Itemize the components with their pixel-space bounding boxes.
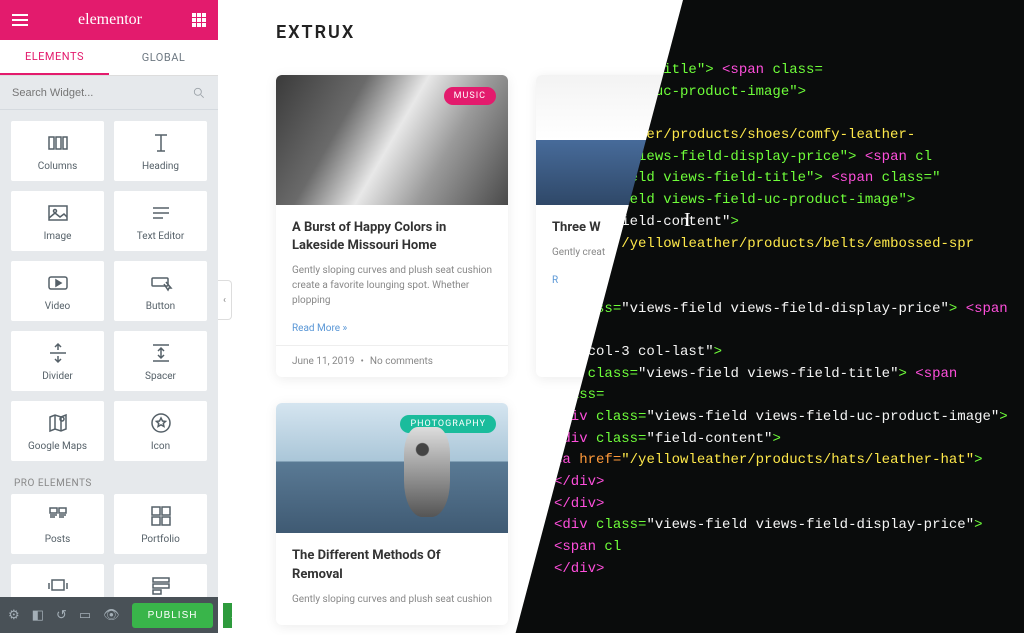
code-line: <div class="views-field views-field-disp… [554, 515, 1014, 558]
widget-icon[interactable]: Icon [113, 400, 208, 462]
category-badge[interactable]: MUSIC [444, 87, 496, 105]
post-card[interactable]: PHOTOGRAPHY The Different Methods Of Rem… [276, 403, 508, 624]
elementor-panel: elementor ELEMENTS GLOBAL Columns Headin… [0, 0, 218, 633]
widget-grid: Columns Heading Image Text Editor Video [0, 110, 218, 597]
card-image: PHOTOGRAPHY [276, 403, 508, 533]
button-icon [149, 271, 173, 295]
panel-footer: ⚙ ◧ ↺ ▭ 👁 PUBLISH ▲ [0, 597, 218, 633]
code-line: div class="views-field views-field-title… [554, 364, 1014, 407]
card-excerpt: Gently sloping curves and plush seat cus… [292, 263, 492, 308]
card-excerpt: Gently sloping curves and plush seat cus… [292, 592, 492, 607]
slides-icon [46, 574, 70, 598]
text-cursor-icon: I [684, 205, 691, 236]
code-line: </div> [554, 559, 1014, 581]
widget-image[interactable]: Image [10, 190, 105, 252]
code-line: </div> [554, 494, 1014, 516]
columns-icon [46, 131, 70, 155]
widget-google-maps[interactable]: Google Maps [10, 400, 105, 462]
widget-label: Spacer [145, 371, 176, 382]
card-body: The Different Methods Of Removal Gently … [276, 533, 508, 624]
widget-label: Video [45, 301, 70, 312]
widget-slides[interactable]: Slides [10, 563, 105, 597]
widget-label: Icon [151, 441, 170, 452]
widget-divider[interactable]: Divider [10, 330, 105, 392]
widget-text-editor[interactable]: Text Editor [113, 190, 208, 252]
widget-posts[interactable]: Posts [10, 493, 105, 555]
code-line: </div> [554, 472, 1014, 494]
brand-logo: elementor [78, 11, 142, 29]
post-card[interactable]: MUSIC A Burst of Happy Colors in Lakesid… [276, 75, 508, 377]
settings-icon[interactable]: ⚙ [8, 608, 20, 623]
hamburger-icon[interactable] [12, 14, 28, 26]
widget-label: Text Editor [137, 231, 184, 242]
widget-columns[interactable]: Columns [10, 120, 105, 182]
widget-button[interactable]: Button [113, 260, 208, 322]
code-line: <div class="field-content"> [554, 429, 1014, 451]
preview-icon[interactable]: 👁 [103, 608, 120, 623]
history-icon[interactable]: ↺ [56, 608, 67, 623]
code-line: a href="/yellowleather/products/belts/em… [554, 234, 1014, 256]
code-line: <div class="views-field views-field-uc-p… [554, 407, 1014, 429]
code-line: <a href="/yellowleather/products/hats/le… [554, 450, 1014, 472]
form-icon [149, 574, 173, 598]
panel-header: elementor [0, 0, 218, 40]
site-title: EXTRUX [276, 22, 355, 43]
heading-icon [149, 131, 173, 155]
widget-label: Google Maps [28, 441, 87, 452]
widget-video[interactable]: Video [10, 260, 105, 322]
widget-label: Divider [42, 371, 73, 382]
read-more-link[interactable]: R [552, 275, 558, 286]
pro-section-title: PRO ELEMENTS [10, 470, 208, 493]
text-editor-icon [149, 201, 173, 225]
tab-global[interactable]: GLOBAL [109, 40, 218, 75]
navigator-icon[interactable]: ◧ [32, 608, 44, 623]
posts-icon [46, 504, 70, 528]
search-bar [0, 76, 218, 110]
category-badge[interactable]: PHOTOGRAPHY [400, 415, 496, 433]
responsive-icon[interactable]: ▭ [79, 608, 91, 623]
apps-grid-icon[interactable] [192, 13, 206, 27]
widget-spacer[interactable]: Spacer [113, 330, 208, 392]
card-date: June 11, 2019 [292, 356, 355, 367]
card-title: The Different Methods Of Removal [292, 547, 492, 583]
collapse-handle-icon[interactable]: ‹ [218, 280, 232, 320]
video-icon [46, 271, 70, 295]
widget-label: Portfolio [141, 534, 180, 545]
spacer-icon [149, 341, 173, 365]
image-icon [46, 201, 70, 225]
card-meta: June 11, 2019•No comments [276, 345, 508, 377]
widget-label: Heading [142, 161, 179, 172]
code-line: /div> [554, 277, 1014, 299]
portfolio-icon [149, 504, 173, 528]
card-title: A Burst of Happy Colors in Lakeside Miss… [292, 219, 492, 255]
publish-button[interactable]: PUBLISH [132, 603, 214, 628]
widget-heading[interactable]: Heading [113, 120, 208, 182]
map-icon [46, 411, 70, 435]
star-icon [149, 411, 173, 435]
search-icon [192, 86, 206, 100]
card-body: A Burst of Happy Colors in Lakeside Miss… [276, 205, 508, 345]
code-line: ss="col-3 col-last"> [554, 342, 1014, 364]
card-image: MUSIC [276, 75, 508, 205]
widget-label: Posts [45, 534, 71, 545]
widget-form[interactable]: Form [113, 563, 208, 597]
tab-elements[interactable]: ELEMENTS [0, 40, 109, 75]
search-input[interactable] [12, 87, 192, 99]
divider-icon [46, 341, 70, 365]
widget-label: Columns [38, 161, 78, 172]
widget-label: Image [44, 231, 72, 242]
panel-tabs: ELEMENTS GLOBAL [0, 40, 218, 76]
widget-portfolio[interactable]: Portfolio [113, 493, 208, 555]
code-line: div> [554, 255, 1014, 277]
widget-label: Button [146, 301, 175, 312]
code-line: v class="views-field views-field-display… [554, 299, 1014, 342]
read-more-link[interactable]: Read More » [292, 323, 347, 334]
card-comments: No comments [370, 356, 433, 367]
